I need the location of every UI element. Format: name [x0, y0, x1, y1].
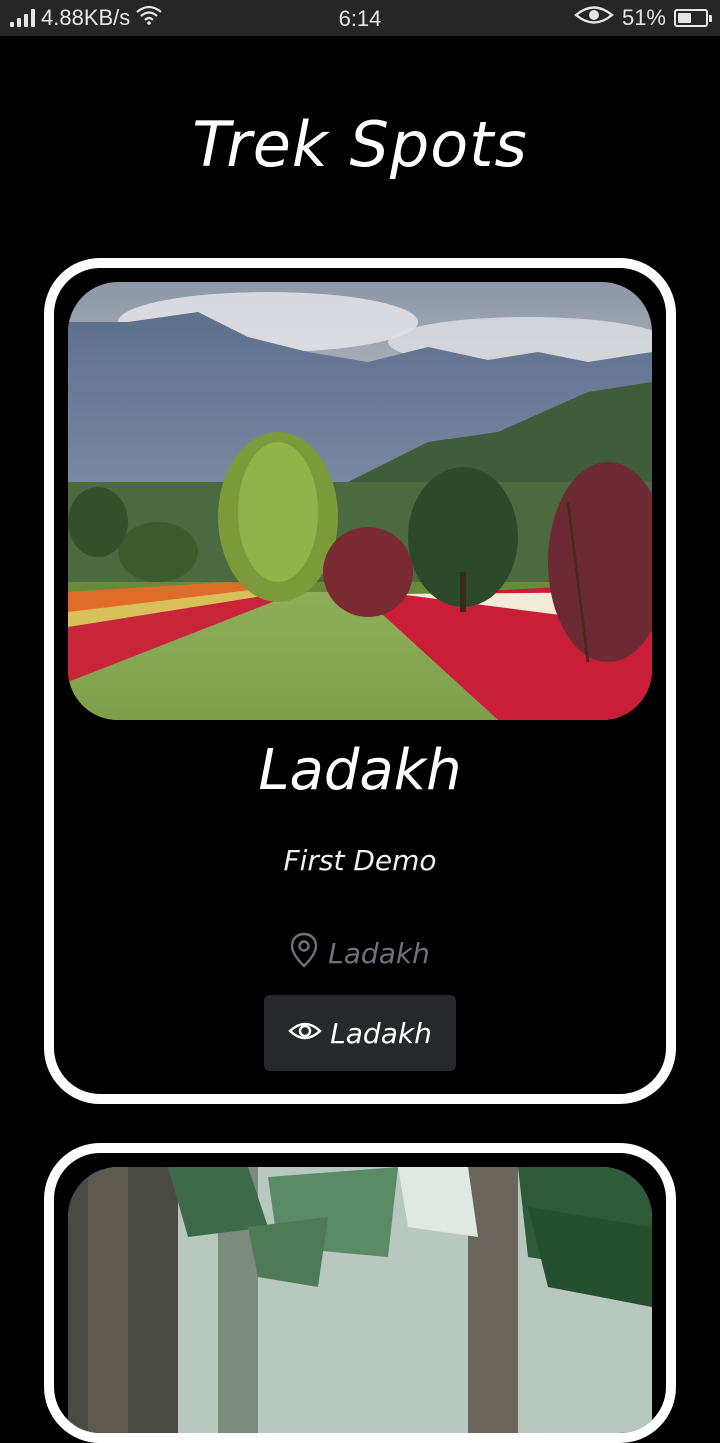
spot-card[interactable]: Ladakh First Demo Ladakh Ladakh — [44, 258, 676, 1104]
view-spot-button-label: Ladakh — [330, 1016, 432, 1050]
battery-percent: 51% — [621, 5, 666, 30]
battery-icon — [674, 9, 712, 27]
spot-image — [68, 282, 652, 720]
spot-description: First Demo — [283, 844, 437, 877]
battery-fill — [678, 13, 692, 23]
status-bar-left: 4.88KB/s — [10, 0, 162, 36]
spot-card[interactable] — [44, 1143, 676, 1443]
spot-name: Ladakh — [258, 738, 462, 803]
view-spot-button[interactable]: Ladakh — [264, 995, 456, 1071]
status-bar: 4.88KB/s 6:14 51% — [0, 0, 720, 36]
spot-location: Ladakh — [54, 932, 666, 975]
eye-comfort-icon — [574, 4, 614, 32]
wifi-icon — [136, 5, 162, 31]
network-speed: 4.88KB/s — [41, 5, 131, 30]
location-pin-icon — [290, 932, 318, 975]
eye-icon — [288, 1017, 322, 1050]
spot-location-label: Ladakh — [328, 937, 430, 970]
page-title: Trek Spots — [192, 108, 528, 181]
signal-icon — [10, 9, 35, 27]
spot-image — [68, 1167, 652, 1433]
status-bar-right: 51% — [574, 0, 712, 36]
